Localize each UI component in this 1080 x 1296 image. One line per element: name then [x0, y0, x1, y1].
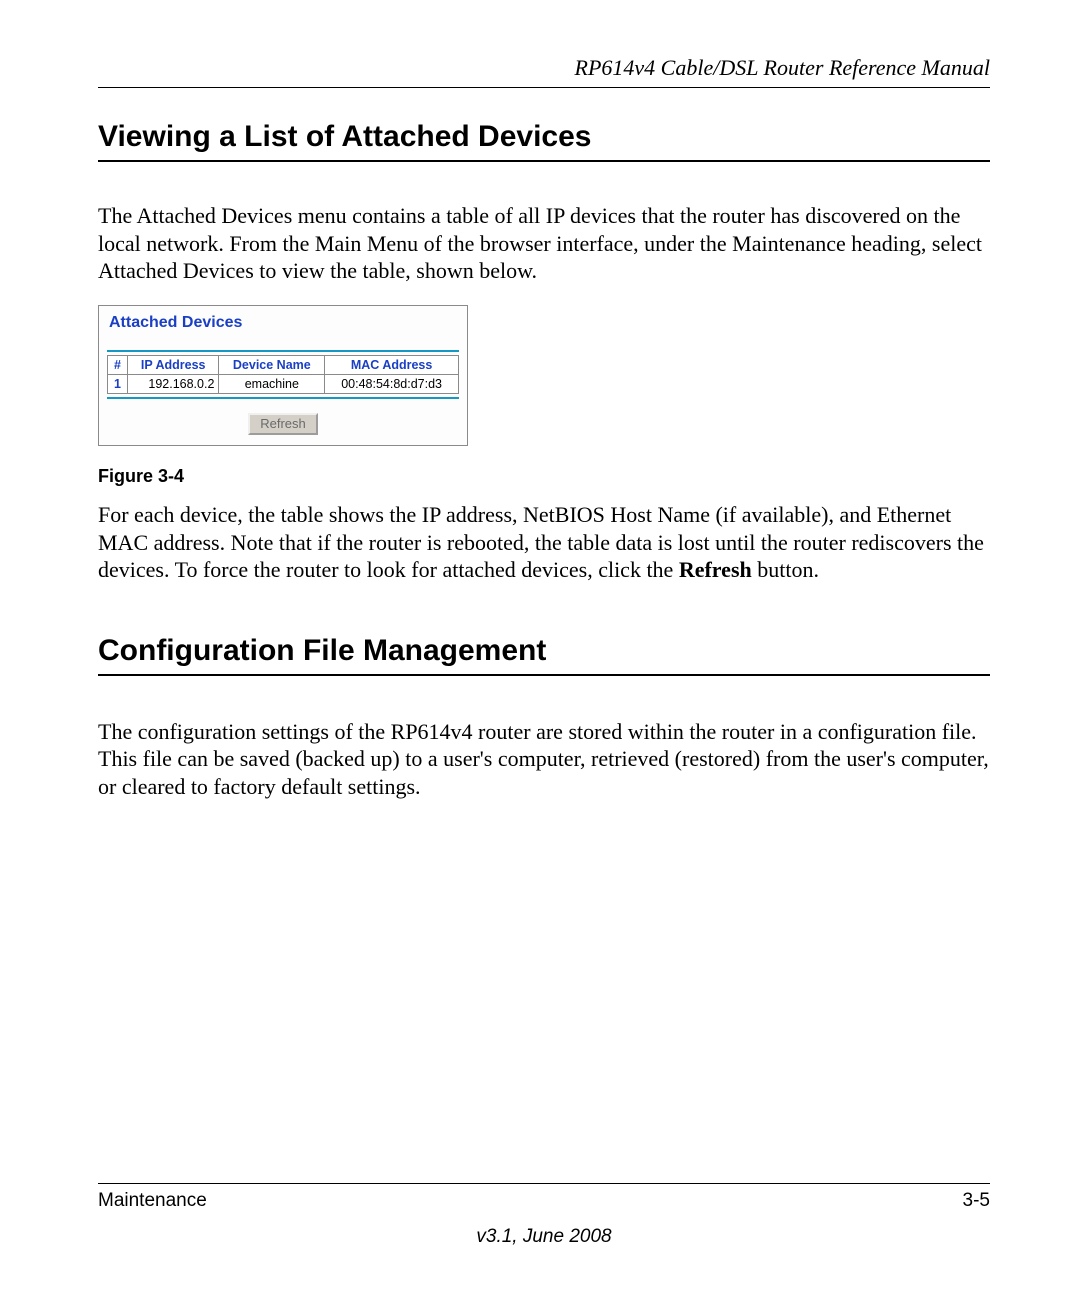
paragraph-config-intro: The configuration settings of the RP614v…	[98, 718, 990, 801]
para2-bold: Refresh	[679, 557, 752, 582]
page-footer: Maintenance 3-5 v3.1, June 2008	[98, 1183, 990, 1248]
panel-top-rule	[107, 350, 459, 352]
cell-mac: 00:48:54:8d:d7:d3	[325, 374, 459, 393]
footer-rule	[98, 1183, 990, 1184]
col-header-ip: IP Address	[128, 355, 219, 374]
panel-title: Attached Devices	[107, 314, 459, 350]
col-header-name: Device Name	[219, 355, 325, 374]
footer-version: v3.1, June 2008	[98, 1226, 990, 1248]
figure-attached-devices: Attached Devices # IP Address Device Nam…	[98, 305, 990, 488]
cell-ip: 192.168.0.2	[128, 374, 219, 393]
refresh-button[interactable]: Refresh	[248, 413, 318, 436]
table-row: 1 192.168.0.2 emachine 00:48:54:8d:d7:d3	[108, 374, 459, 393]
footer-section: Maintenance	[98, 1190, 207, 1212]
paragraph-attached-detail: For each device, the table shows the IP …	[98, 501, 990, 584]
table-header-row: # IP Address Device Name MAC Address	[108, 355, 459, 374]
paragraph-attached-intro: The Attached Devices menu contains a tab…	[98, 202, 990, 285]
figure-caption: Figure 3-4	[98, 466, 990, 487]
panel-bottom-rule	[107, 397, 459, 399]
attached-devices-panel: Attached Devices # IP Address Device Nam…	[98, 305, 468, 447]
footer-page-number: 3-5	[963, 1190, 990, 1212]
attached-devices-table: # IP Address Device Name MAC Address 1 1…	[107, 355, 459, 394]
col-header-mac: MAC Address	[325, 355, 459, 374]
manual-page: RP614v4 Cable/DSL Router Reference Manua…	[0, 0, 1080, 1296]
cell-num: 1	[108, 374, 128, 393]
cell-name: emachine	[219, 374, 325, 393]
heading-config-file-mgmt: Configuration File Management	[98, 634, 990, 676]
running-header: RP614v4 Cable/DSL Router Reference Manua…	[98, 55, 990, 88]
para2-part-b: button.	[752, 557, 819, 582]
col-header-num: #	[108, 355, 128, 374]
para2-part-a: For each device, the table shows the IP …	[98, 502, 984, 582]
heading-attached-devices: Viewing a List of Attached Devices	[98, 120, 990, 162]
